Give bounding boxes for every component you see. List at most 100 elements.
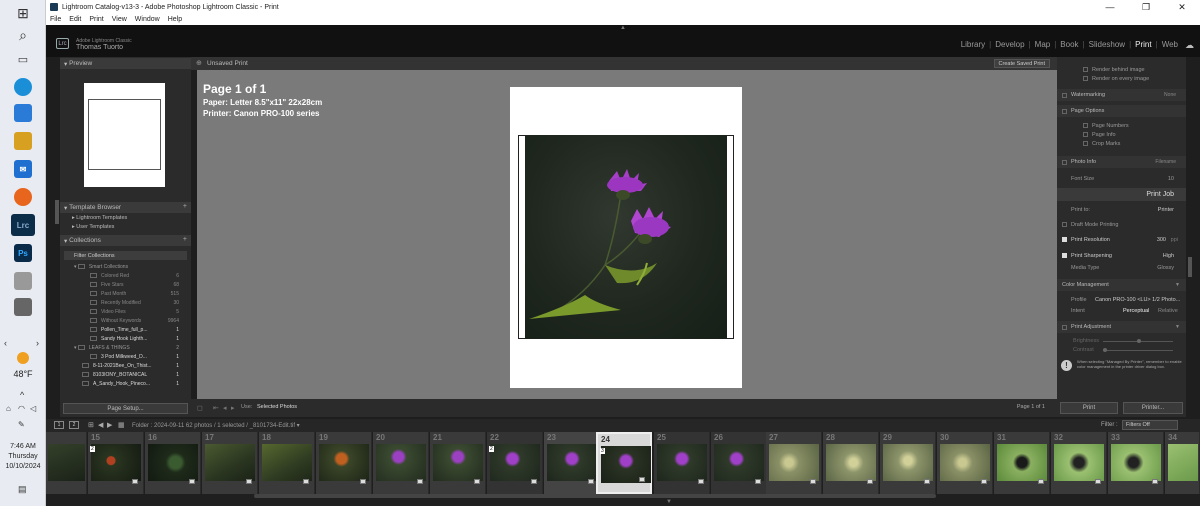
filmstrip-cell[interactable]: 34	[1165, 432, 1200, 494]
filmstrip-breadcrumb[interactable]: Folder : 2024-09-11 62 photos / 1 select…	[132, 422, 300, 429]
draft-mode-checkbox[interactable]	[1062, 222, 1067, 228]
create-saved-print-button[interactable]: Create Saved Print	[993, 59, 1050, 68]
chevron-left-icon[interactable]: ‹	[4, 338, 7, 348]
minimize-button[interactable]: —	[1092, 0, 1128, 14]
profile-value[interactable]: Canon PRO-100 <LU> 1/2 Photo...	[1095, 297, 1180, 303]
menu-window[interactable]: Window	[135, 16, 160, 23]
module-book[interactable]: Book	[1060, 40, 1078, 49]
filmstrip-cell[interactable]: 30	[937, 432, 993, 494]
media-type-value[interactable]: Glossy	[1157, 265, 1174, 271]
collection-row[interactable]: Recently Modified 30	[60, 298, 191, 307]
chevron-right-icon[interactable]: ›	[36, 338, 39, 348]
forward-arrow-icon[interactable]: ▶	[107, 421, 112, 429]
windows-start-icon[interactable]: ⊞	[14, 4, 32, 22]
print-adjustment-checkbox[interactable]	[1062, 324, 1067, 330]
photo-info-section[interactable]: Photo Info Filename	[1057, 156, 1186, 168]
right-panel-toggle[interactable]	[1188, 257, 1192, 277]
collection-row[interactable]: Without Keywords 9964	[60, 316, 191, 325]
filmstrip-cell[interactable]: 26	[711, 432, 767, 494]
close-button[interactable]: ✕	[1164, 0, 1200, 14]
firefox-icon[interactable]	[14, 188, 32, 206]
brightness-row[interactable]: Brightness	[1057, 338, 1186, 344]
print-resolution-checkbox[interactable]	[1062, 237, 1067, 243]
task-view-icon[interactable]: ▭	[14, 50, 32, 68]
watermarking-section[interactable]: Watermarking None	[1057, 89, 1186, 101]
printer-button[interactable]: Printer...	[1123, 402, 1183, 414]
add-collection-icon[interactable]: +	[183, 236, 187, 243]
print-to-value[interactable]: Printer	[1158, 207, 1174, 213]
intent-relative[interactable]: Relative	[1158, 308, 1178, 314]
filmstrip-cell[interactable]: 32	[1051, 432, 1107, 494]
intent-perceptual[interactable]: Perceptual	[1123, 308, 1149, 314]
collection-group-smart[interactable]: ▾ Smart Collections	[60, 262, 191, 271]
filmstrip-cell[interactable]: 18	[259, 432, 315, 494]
collapse-filmstrip-icon[interactable]: ▼	[666, 499, 672, 505]
collapse-icon[interactable]: ▼	[1175, 282, 1180, 288]
add-icon[interactable]: ⊕	[196, 59, 202, 67]
cloud-icon[interactable]: ☁	[1185, 40, 1194, 51]
filmstrip-cell[interactable]: 25	[654, 432, 710, 494]
filmstrip-cell[interactable]	[46, 432, 87, 494]
watermark-value[interactable]: None	[1164, 92, 1176, 98]
filmstrip-cell[interactable]: 31	[994, 432, 1050, 494]
search-icon[interactable]: ⌕	[14, 26, 32, 44]
crop-marks-checkbox[interactable]	[1083, 141, 1088, 147]
print-job-header[interactable]: Print Job	[1057, 188, 1186, 201]
filmstrip-cell[interactable]: 22 2	[487, 432, 543, 494]
print-sharpening-checkbox[interactable]	[1062, 253, 1067, 259]
filmstrip-scrollbar[interactable]	[254, 494, 936, 498]
clock[interactable]: 7:46 AM Thursday 10/10/2024	[0, 442, 46, 472]
filmstrip-cell[interactable]: 17	[202, 432, 258, 494]
collection-row[interactable]: 8103IONY_BOTANICAL 1	[60, 370, 191, 379]
prev-page-icon[interactable]: ◂	[223, 404, 227, 412]
left-panel-toggle[interactable]	[55, 200, 59, 224]
network-icon[interactable]: ⌂	[6, 404, 11, 413]
preview-header[interactable]: ▾ Preview	[60, 58, 191, 69]
module-print[interactable]: Print	[1135, 40, 1151, 49]
render-every-checkbox[interactable]	[1083, 76, 1088, 82]
module-library[interactable]: Library	[961, 40, 985, 49]
page-info-option[interactable]: Page Info	[1057, 132, 1186, 138]
page-setup-button[interactable]: Page Setup...	[63, 403, 188, 414]
add-template-icon[interactable]: +	[183, 203, 187, 210]
filmstrip-cell-selected[interactable]: 24 3	[596, 432, 652, 494]
next-page-icon[interactable]: ▸	[231, 404, 235, 412]
collection-row[interactable]: 3 Pod Milkweed_D... 1	[60, 352, 191, 361]
collection-row[interactable]: Five Stars 68	[60, 280, 191, 289]
photo-info-value[interactable]: Filename	[1155, 159, 1176, 165]
collection-row[interactable]: Pollen_Time_full_p... 1	[60, 325, 191, 334]
pen-icon[interactable]: ✎	[18, 420, 25, 429]
collection-row[interactable]: Colored Red 6	[60, 271, 191, 280]
page-numbers-checkbox[interactable]	[1083, 123, 1088, 129]
right-panel-scrollbar[interactable]	[1186, 57, 1200, 417]
notification-icon[interactable]: ▤	[18, 484, 27, 495]
back-arrow-icon[interactable]: ◀	[98, 421, 103, 429]
menu-view[interactable]: View	[112, 16, 127, 23]
render-behind-checkbox[interactable]	[1083, 67, 1088, 73]
filmstrip-cell[interactable]: 16	[145, 432, 201, 494]
filmstrip-cell[interactable]: 28	[823, 432, 879, 494]
module-web[interactable]: Web	[1162, 40, 1178, 49]
filmstrip-cell[interactable]: 20	[373, 432, 429, 494]
collection-group-leafs[interactable]: ▾ LEAFS & THINGS 2	[60, 343, 191, 352]
weather-widget[interactable]: 48°F	[0, 352, 46, 379]
collection-row[interactable]: 8-11-2021Bee_On_Thist... 1	[60, 361, 191, 370]
filmstrip-cell[interactable]: 27	[766, 432, 822, 494]
crop-marks-option[interactable]: Crop Marks	[1057, 141, 1186, 147]
photo-info-checkbox[interactable]	[1062, 159, 1067, 165]
contrast-slider-thumb[interactable]	[1103, 348, 1107, 352]
app-icon-1[interactable]	[14, 272, 32, 290]
print-photo[interactable]	[525, 135, 727, 339]
menu-print[interactable]: Print	[89, 16, 103, 23]
collapse-icon[interactable]: ▼	[1175, 324, 1180, 330]
draft-mode-row[interactable]: Draft Mode Printing	[1057, 222, 1186, 228]
store-icon[interactable]	[14, 104, 32, 122]
filmstrip-cell[interactable]: 21	[430, 432, 486, 494]
module-map[interactable]: Map	[1035, 40, 1051, 49]
module-slideshow[interactable]: Slideshow	[1089, 40, 1125, 49]
collection-row[interactable]: Sandy Hook Lighth... 1	[60, 334, 191, 343]
filmstrip-cell[interactable]: 33	[1108, 432, 1164, 494]
chevron-up-icon[interactable]: ^	[20, 390, 24, 400]
app-icon-2[interactable]	[14, 298, 32, 316]
page-options-section[interactable]: Page Options	[1057, 105, 1186, 117]
